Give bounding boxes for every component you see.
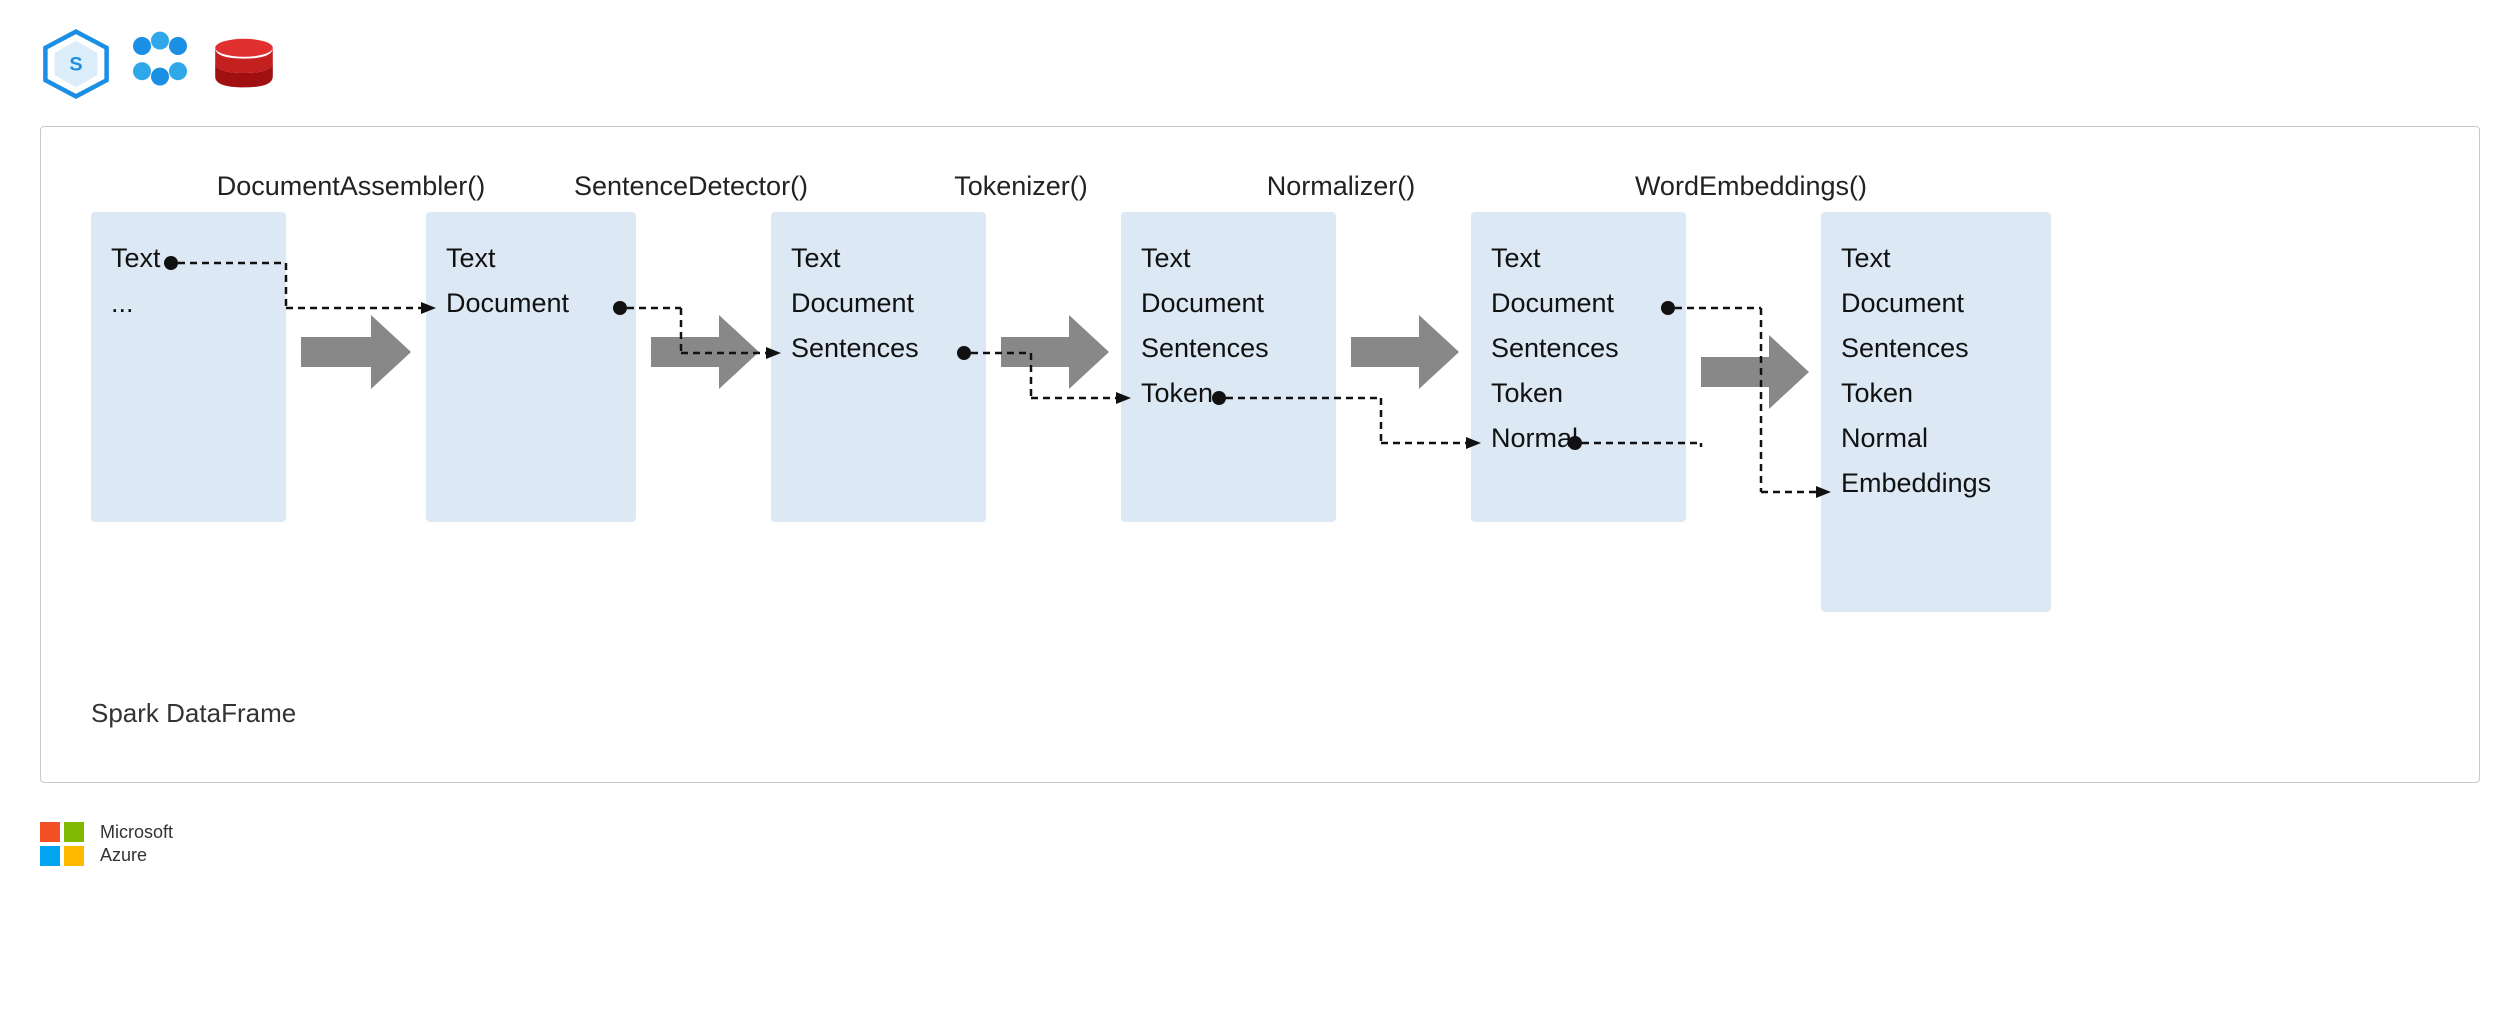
- microsoft-label: Microsoft: [100, 821, 173, 844]
- norm-text-field: Text: [1491, 243, 1541, 273]
- sd-document-field: Document: [791, 288, 915, 318]
- label-word-embeddings: WordEmbeddings(): [1635, 171, 1867, 201]
- label-sentence-detector: SentenceDetector(): [574, 171, 808, 201]
- ms-blue-sq: [40, 846, 60, 866]
- norm-token-field: Token: [1491, 378, 1563, 408]
- sd-sentences-field: Sentences: [791, 333, 919, 363]
- pipeline-diagram: DocumentAssembler() SentenceDetector() T…: [71, 157, 2491, 757]
- norm-normal-field: Normal: [1491, 423, 1578, 453]
- footer: Microsoft Azure: [0, 793, 2520, 896]
- databricks-logo: [124, 28, 196, 100]
- we-embeddings-field: Embeddings: [1841, 468, 1991, 498]
- we-sentences-field: Sentences: [1841, 333, 1969, 363]
- spark-dataframe-label: Spark DataFrame: [91, 698, 296, 728]
- azure-label: Azure: [100, 844, 173, 867]
- tok-text-field: Text: [1141, 243, 1191, 273]
- ms-green-sq: [64, 822, 84, 842]
- norm-document-field: Document: [1491, 288, 1615, 318]
- tok-sentences-field: Sentences: [1141, 333, 1269, 363]
- ms-red-sq: [40, 822, 60, 842]
- label-normalizer: Normalizer(): [1267, 171, 1416, 201]
- we-text-field: Text: [1841, 243, 1891, 273]
- da-document-field: Document: [446, 288, 570, 318]
- input-text-field: Text: [111, 243, 161, 273]
- arrow-2: [1001, 315, 1109, 389]
- arrow-4: [1701, 335, 1809, 409]
- svg-text:S: S: [69, 53, 82, 75]
- ms-yellow-sq: [64, 846, 84, 866]
- sd-text-field: Text: [791, 243, 841, 273]
- input-ellipsis-field: ...: [111, 288, 134, 318]
- main-diagram-container: DocumentAssembler() SentenceDetector() T…: [40, 126, 2480, 783]
- spark-logo: [208, 28, 280, 100]
- tok-document-field: Document: [1141, 288, 1265, 318]
- tok-token-field: Token: [1141, 378, 1213, 408]
- we-document-field: Document: [1841, 288, 1965, 318]
- ms-logo-grid: [40, 822, 84, 866]
- da-text-field: Text: [446, 243, 496, 273]
- header-logos: S: [0, 0, 2520, 116]
- we-normal-field: Normal: [1841, 423, 1928, 453]
- arrow-3: [1351, 315, 1459, 389]
- label-tokenizer: Tokenizer(): [954, 171, 1088, 201]
- norm-sentences-field: Sentences: [1491, 333, 1619, 363]
- label-document-assembler: DocumentAssembler(): [217, 171, 486, 201]
- ms-azure-text: Microsoft Azure: [100, 821, 173, 868]
- arrow-0: [301, 315, 411, 389]
- we-token-field: Token: [1841, 378, 1913, 408]
- spark-nlp-logo: S: [40, 28, 112, 100]
